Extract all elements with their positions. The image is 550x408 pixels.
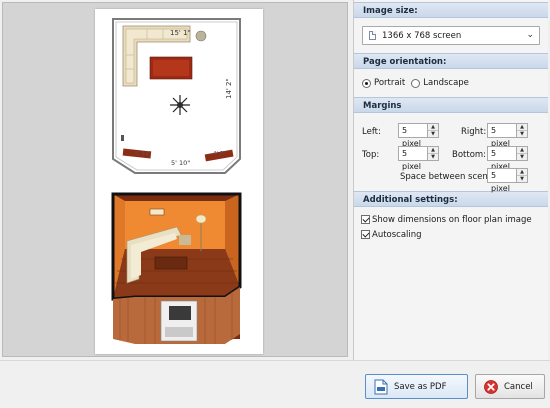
bottom-margin-stepper[interactable]: 5 pixel ▲ ▼: [487, 146, 528, 171]
right-margin-input[interactable]: 5 pixel: [487, 123, 517, 148]
margins-group: Left: 5 pixel ▲ ▼ Right: 5 pixel ▲ ▼ Top: …: [354, 113, 548, 193]
space-between-stepper[interactable]: 5 pixel ▲ ▼: [487, 168, 528, 193]
pdf-document-icon: [374, 379, 388, 394]
spin-down-icon[interactable]: ▼: [517, 176, 527, 182]
cancel-circle-icon: [484, 379, 498, 394]
spin-down-icon[interactable]: ▼: [428, 131, 438, 137]
image-size-header: Image size:: [354, 2, 548, 18]
cancel-button[interactable]: Cancel: [475, 374, 545, 399]
dimension-width-label: 15' 1": [170, 29, 191, 37]
dimension-bottom-right-label: 4' 8": [213, 151, 226, 157]
margins-header: Margins: [354, 97, 548, 113]
dimension-height-label: 14' 2": [225, 78, 233, 99]
dimension-bottom-left-label: 5' 10": [135, 151, 151, 157]
autoscaling-option[interactable]: Autoscaling: [354, 228, 548, 241]
right-margin-stepper[interactable]: 5 pixel ▲ ▼: [487, 123, 528, 148]
preview-area: 15' 1" 14' 2" 5' 10" 5' 10" 4' 8": [2, 2, 348, 357]
landscape-label[interactable]: Landscape: [423, 78, 469, 88]
dialog-button-bar: Save as PDF Cancel: [0, 360, 550, 408]
spin-down-icon[interactable]: ▼: [428, 154, 438, 160]
spin-up-icon[interactable]: ▲: [517, 169, 527, 176]
autoscaling-checkbox[interactable]: [361, 230, 370, 239]
portrait-radio[interactable]: [362, 78, 371, 88]
landscape-radio[interactable]: [411, 78, 421, 88]
spin-up-icon[interactable]: ▲: [517, 124, 527, 131]
bottom-margin-input[interactable]: 5 pixel: [487, 146, 517, 171]
show-dimensions-option[interactable]: Show dimensions on floor plan image: [354, 213, 548, 226]
dimension-bottom-label: 5' 10": [171, 159, 190, 167]
autoscaling-label[interactable]: Autoscaling: [372, 230, 422, 240]
image-size-dropdown[interactable]: 1366 x 768 screen ⌄: [362, 26, 540, 45]
right-margin-label: Right:: [461, 127, 487, 137]
document-icon: [369, 31, 376, 40]
image-size-value: 1366 x 768 screen: [382, 30, 462, 41]
spin-up-icon[interactable]: ▲: [428, 147, 438, 154]
top-margin-input[interactable]: 5 pixel: [398, 146, 428, 171]
top-margin-label: Top:: [362, 150, 380, 160]
show-dimensions-checkbox[interactable]: [361, 215, 370, 224]
space-between-label: Space between scenes:: [400, 172, 501, 182]
save-as-pdf-label: Save as PDF: [394, 381, 447, 392]
settings-panel: Image size: 1366 x 768 screen ⌄ Page ori…: [353, 0, 548, 360]
floor-plan-preview: 15' 1" 14' 2" 5' 10" 5' 10" 4' 8": [111, 18, 242, 344]
page-orientation-header: Page orientation:: [354, 53, 548, 69]
space-between-input[interactable]: 5 pixel: [487, 168, 517, 193]
cancel-label: Cancel: [504, 381, 533, 392]
spin-down-icon[interactable]: ▼: [517, 131, 527, 137]
top-margin-stepper[interactable]: 5 pixel ▲ ▼: [398, 146, 439, 171]
left-margin-label: Left:: [362, 127, 381, 137]
spin-down-icon[interactable]: ▼: [517, 154, 527, 160]
chevron-down-icon: ⌄: [526, 30, 534, 40]
bottom-margin-label: Bottom:: [452, 150, 487, 160]
show-dimensions-label[interactable]: Show dimensions on floor plan image: [372, 215, 532, 225]
spin-up-icon[interactable]: ▲: [428, 124, 438, 131]
orientation-group: Portrait Landscape: [354, 69, 548, 97]
floor-plan-2d: 15' 1" 14' 2" 5' 10" 5' 10" 4' 8": [112, 18, 241, 174]
room-3d-view: [111, 192, 242, 344]
additional-settings-header: Additional settings:: [354, 191, 548, 207]
save-as-pdf-button[interactable]: Save as PDF: [365, 374, 468, 399]
spin-up-icon[interactable]: ▲: [517, 147, 527, 154]
portrait-label[interactable]: Portrait: [374, 78, 405, 88]
preview-page: 15' 1" 14' 2" 5' 10" 5' 10" 4' 8": [95, 9, 263, 354]
left-margin-input[interactable]: 5 pixel: [398, 123, 428, 148]
left-margin-stepper[interactable]: 5 pixel ▲ ▼: [398, 123, 439, 148]
